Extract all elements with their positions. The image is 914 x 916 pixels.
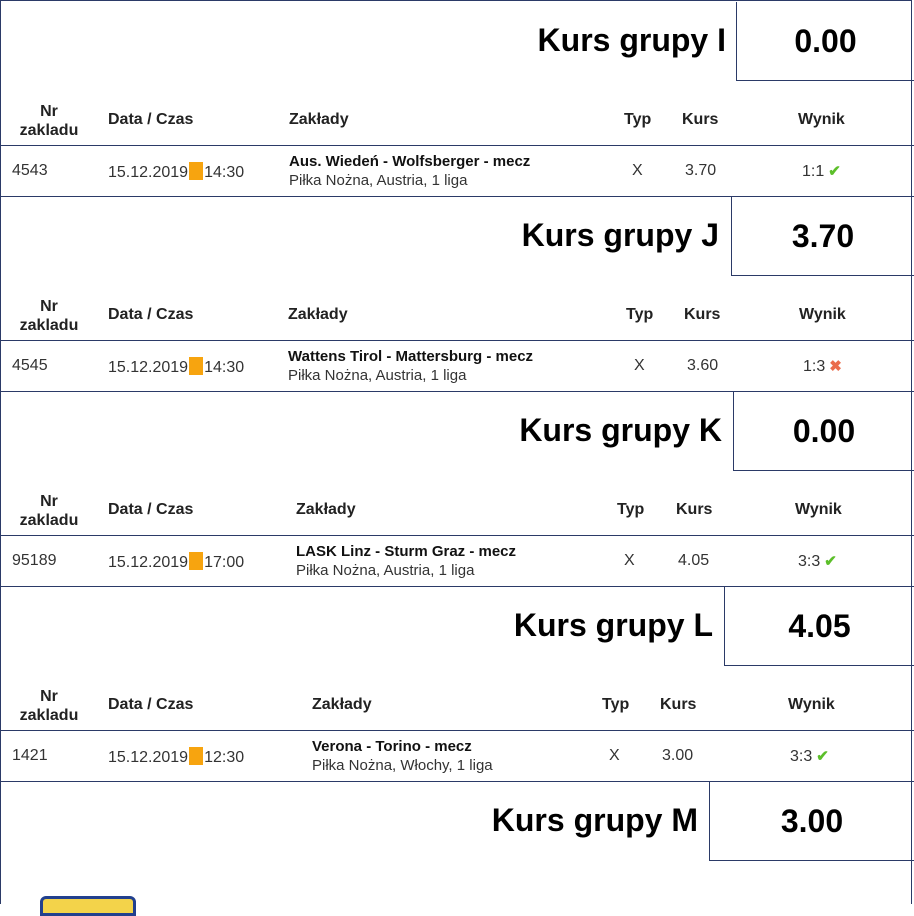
group-title: Kurs grupy J <box>521 217 719 253</box>
bet-datetime: 15.12.2019 17:00 <box>108 552 245 571</box>
group-odds-box: 0.00 <box>733 392 914 471</box>
col-header-date: Data / Czas <box>108 306 194 323</box>
check-icon: ✔ <box>828 163 841 180</box>
row-divider <box>0 730 914 731</box>
time-marker <box>189 357 204 375</box>
bet-nr: 4543 <box>12 162 48 179</box>
bet-odds: 3.00 <box>662 747 694 764</box>
bet-nr: 4545 <box>12 357 48 374</box>
col-header-odds: Kurs <box>676 501 713 518</box>
col-header-result: Wynik <box>799 306 846 323</box>
col-header-nr: Nr zakladu <box>19 103 79 139</box>
group-title: Kurs grupy M <box>491 802 698 838</box>
bet-datetime: 15.12.2019 14:30 <box>108 357 245 376</box>
bet-league: Piłka Nożna, Austria, 1 liga <box>289 172 468 189</box>
group-odds-box: 4.05 <box>724 587 914 666</box>
bet-type: X <box>632 162 643 179</box>
bet-type: X <box>634 357 645 374</box>
bet-odds: 3.70 <box>685 162 717 179</box>
col-header-date: Data / Czas <box>108 501 194 518</box>
col-header-result: Wynik <box>788 696 835 713</box>
time-marker <box>189 747 204 765</box>
time-marker <box>189 162 204 180</box>
col-header-result: Wynik <box>798 111 845 128</box>
col-header-bets: Zakłady <box>296 501 356 518</box>
col-header-bets: Zakłady <box>312 696 372 713</box>
bet-nr: 95189 <box>12 552 57 569</box>
col-header-type: Typ <box>626 306 654 323</box>
bet-result: 3:3 ✔ <box>798 553 837 570</box>
logo <box>40 896 136 916</box>
bet-league: Piłka Nożna, Austria, 1 liga <box>296 562 475 579</box>
col-header-nr: Nr zakladu <box>19 493 79 529</box>
col-header-type: Typ <box>624 111 652 128</box>
group-odds-box: 0.00 <box>736 2 914 81</box>
group-odds-box: 3.70 <box>731 197 914 276</box>
cross-icon: ✖ <box>829 358 842 375</box>
time-marker <box>189 552 204 570</box>
bet-odds: 4.05 <box>678 552 710 569</box>
group-title: Kurs grupy L <box>513 607 713 643</box>
col-header-bets: Zakłady <box>288 306 348 323</box>
col-header-date: Data / Czas <box>108 696 194 713</box>
bet-result: 1:1 ✔ <box>802 163 841 180</box>
row-divider <box>0 535 914 536</box>
bet-nr: 1421 <box>12 747 48 764</box>
group-odds-box: 3.00 <box>709 782 914 861</box>
bet-league: Piłka Nożna, Włochy, 1 liga <box>312 757 493 774</box>
bet-type: X <box>609 747 620 764</box>
check-icon: ✔ <box>824 553 837 570</box>
bet-result: 1:3 ✖ <box>803 358 842 375</box>
bet-match: LASK Linz - Sturm Graz - mecz <box>296 543 517 560</box>
bet-match: Wattens Tirol - Mattersburg - mecz <box>288 348 534 365</box>
bet-match: Aus. Wiedeń - Wolfsberger - mecz <box>289 153 531 170</box>
col-header-nr: Nr zakladu <box>19 298 79 334</box>
bet-match: Verona - Torino - mecz <box>312 738 472 755</box>
bet-result: 3:3 ✔ <box>790 748 829 765</box>
bet-datetime: 15.12.2019 12:30 <box>108 747 245 766</box>
bet-odds: 3.60 <box>687 357 719 374</box>
bet-type: X <box>624 552 635 569</box>
col-header-type: Typ <box>602 696 630 713</box>
group-title: Kurs grupy K <box>519 412 722 448</box>
col-header-odds: Kurs <box>682 111 719 128</box>
col-header-odds: Kurs <box>684 306 721 323</box>
row-divider <box>0 340 914 341</box>
col-header-date: Data / Czas <box>108 111 194 128</box>
col-header-odds: Kurs <box>660 696 697 713</box>
check-icon: ✔ <box>816 748 829 765</box>
bet-league: Piłka Nożna, Austria, 1 liga <box>288 367 467 384</box>
col-header-result: Wynik <box>795 501 842 518</box>
col-header-type: Typ <box>617 501 645 518</box>
group-title: Kurs grupy I <box>537 22 726 58</box>
col-header-bets: Zakłady <box>289 111 349 128</box>
col-header-nr: Nr zakladu <box>19 688 79 724</box>
row-divider <box>0 145 914 146</box>
bet-datetime: 15.12.2019 14:30 <box>108 162 245 181</box>
